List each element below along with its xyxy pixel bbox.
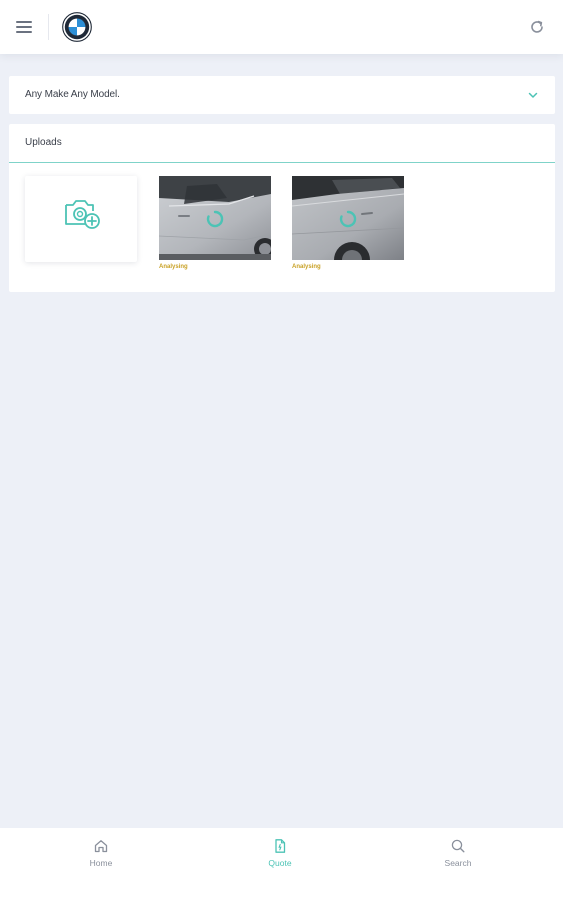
vehicle-make-model-select[interactable]: Any Make Any Model. <box>9 76 555 114</box>
vehicle-select-value: Any Make Any Model. <box>25 89 120 100</box>
nav-label-search: Search <box>444 858 472 868</box>
refresh-icon[interactable] <box>528 18 546 36</box>
nav-item-search[interactable]: Search <box>428 838 488 878</box>
brand-logo-icon[interactable] <box>62 12 92 42</box>
upload-thumbnail[interactable] <box>292 176 404 260</box>
uploads-card: Uploads Analysing Analysing <box>9 124 555 292</box>
uploads-header: Uploads <box>9 124 555 163</box>
nav-item-quote[interactable]: Quote <box>250 838 310 878</box>
home-icon <box>94 840 108 853</box>
upload-thumbnail[interactable] <box>159 176 271 260</box>
chevron-down-icon <box>528 92 538 98</box>
nav-label-home: Home <box>89 858 113 868</box>
uploads-title: Uploads <box>25 137 62 148</box>
camera-add-icon <box>65 200 100 229</box>
loading-spinner-icon <box>339 210 357 228</box>
document-icon <box>275 839 286 853</box>
app-header <box>0 0 563 54</box>
upload-status-label: Analysing <box>159 264 188 270</box>
header-divider <box>48 14 49 40</box>
hamburger-menu-icon[interactable] <box>15 19 33 35</box>
bottom-navigation: Home Quote Search <box>0 828 563 900</box>
nav-label-quote: Quote <box>268 858 292 868</box>
nav-item-home[interactable]: Home <box>71 838 131 878</box>
upload-status-label: Analysing <box>292 264 321 270</box>
add-photo-button[interactable] <box>25 176 137 262</box>
loading-spinner-icon <box>206 210 224 228</box>
search-icon <box>451 839 465 853</box>
